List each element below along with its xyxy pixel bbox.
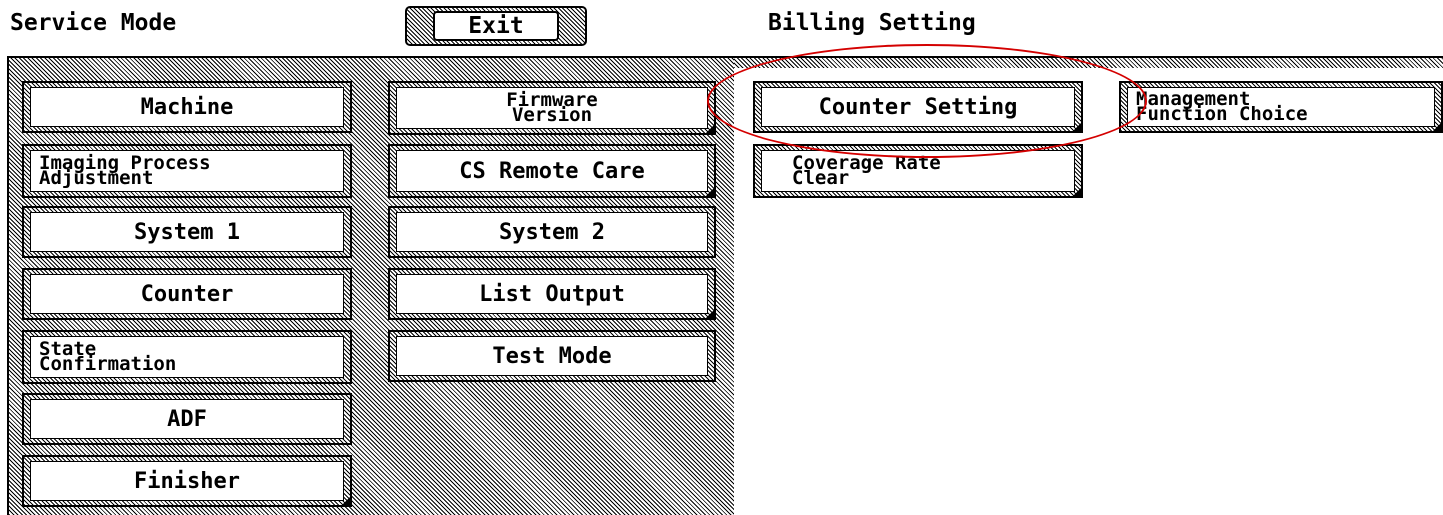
counter-setting-button[interactable]: Counter Setting (753, 81, 1083, 133)
submenu-corner-icon (1433, 123, 1441, 131)
submenu-corner-icon (706, 125, 714, 133)
finisher-label: Finisher (30, 461, 344, 501)
billing-top-strip (734, 56, 1443, 68)
management-function-choice-label: Management Function Choice (1127, 87, 1435, 127)
finisher-button[interactable]: Finisher (22, 455, 352, 507)
test-mode-button[interactable]: Test Mode (388, 330, 716, 382)
imaging-process-adjustment-button[interactable]: Imaging Process Adjustment (22, 144, 352, 198)
test-mode-label: Test Mode (396, 336, 708, 376)
adf-label: ADF (30, 399, 344, 439)
system-1-button[interactable]: System 1 (22, 206, 352, 258)
imaging-line2: Adjustment (39, 167, 154, 189)
list-output-label: List Output (396, 274, 708, 314)
firmware-line2: Version (511, 104, 593, 126)
system-2-button[interactable]: System 2 (388, 206, 716, 258)
exit-button-label: Exit (433, 11, 559, 41)
billing-setting-title: Billing Setting (768, 10, 976, 36)
state-confirmation-label: State Confirmation (30, 336, 344, 378)
submenu-corner-icon (342, 497, 350, 505)
imaging-process-adjustment-label: Imaging Process Adjustment (30, 150, 344, 192)
management-function-choice-button[interactable]: Management Function Choice (1119, 81, 1443, 133)
submenu-corner-icon (706, 310, 714, 318)
management-line2: Function Choice (1136, 103, 1308, 125)
coverage-rate-clear-button[interactable]: Coverage Rate Clear (753, 144, 1083, 198)
counter-button[interactable]: Counter (22, 268, 352, 320)
coverage-rate-clear-label: Coverage Rate Clear (761, 150, 1075, 192)
firmware-version-button[interactable]: Firmware Version (388, 81, 716, 135)
machine-button-label: Machine (30, 87, 344, 127)
list-output-button[interactable]: List Output (388, 268, 716, 320)
adf-button[interactable]: ADF (22, 393, 352, 445)
counter-label: Counter (30, 274, 344, 314)
cs-remote-care-label: CS Remote Care (396, 150, 708, 192)
exit-button[interactable]: Exit (405, 6, 587, 46)
cs-remote-care-button[interactable]: CS Remote Care (388, 144, 716, 198)
service-mode-title: Service Mode (10, 10, 177, 36)
system-1-label: System 1 (30, 212, 344, 252)
submenu-corner-icon (706, 188, 714, 196)
state-line2: Confirmation (39, 353, 177, 375)
firmware-version-label: Firmware Version (396, 87, 708, 129)
coverage-line2: Clear (792, 167, 850, 189)
system-2-label: System 2 (396, 212, 708, 252)
machine-button[interactable]: Machine (22, 81, 352, 133)
submenu-corner-icon (1073, 123, 1081, 131)
submenu-corner-icon (1073, 188, 1081, 196)
counter-setting-label: Counter Setting (761, 87, 1075, 127)
state-confirmation-button[interactable]: State Confirmation (22, 330, 352, 384)
